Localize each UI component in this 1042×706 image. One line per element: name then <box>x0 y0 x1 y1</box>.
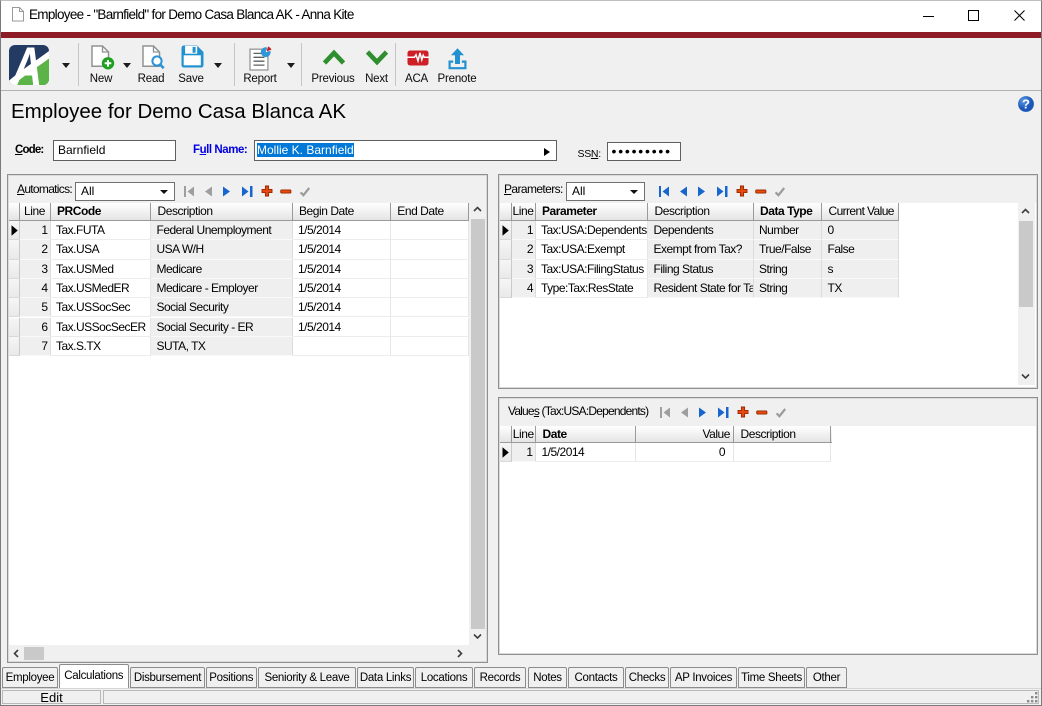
svg-text:?: ? <box>1022 97 1030 112</box>
svg-text:A: A <box>11 45 42 85</box>
